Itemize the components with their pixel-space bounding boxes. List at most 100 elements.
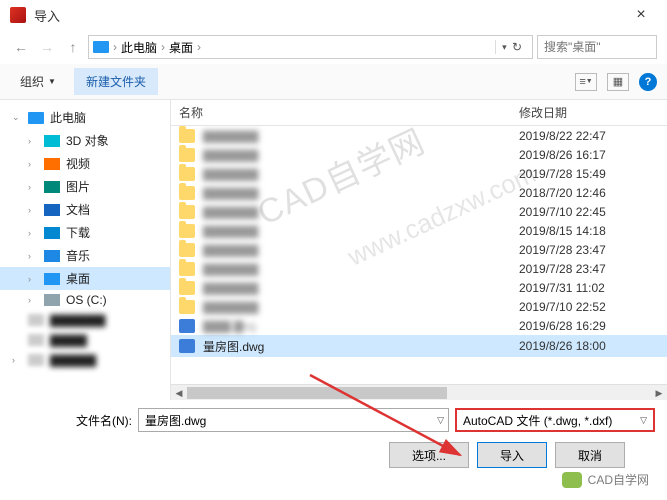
scrollbar-thumb[interactable]	[187, 387, 447, 399]
collapse-icon[interactable]: ⌄	[12, 112, 22, 123]
new-folder-button[interactable]: 新建文件夹	[74, 68, 158, 95]
tree-item-文档[interactable]: ›文档	[0, 198, 170, 221]
tree-item-视频[interactable]: ›视频	[0, 152, 170, 175]
folder-type-icon	[44, 294, 60, 306]
nav-up-icon[interactable]: ↑	[62, 36, 84, 58]
file-row[interactable]: ▇▇▇▇▇▇2019/7/10 22:52	[171, 297, 667, 316]
filename-label: 文件名(N):	[12, 412, 132, 429]
breadcrumb-pc[interactable]: 此电脑	[121, 39, 157, 56]
cancel-button[interactable]: 取消	[555, 442, 625, 468]
breadcrumb[interactable]: › 此电脑 › 桌面 › ▾ ↻	[88, 35, 533, 59]
filename-input[interactable]: 量房图.dwg ▽	[138, 408, 449, 432]
scroll-left-icon[interactable]: ◀	[171, 385, 187, 401]
folder-type-icon	[44, 181, 60, 193]
expand-icon[interactable]: ›	[28, 182, 38, 192]
column-header-name[interactable]: 名称	[179, 104, 519, 121]
tree-item-音乐[interactable]: ›音乐	[0, 244, 170, 267]
file-row[interactable]: 量房图.dwg2019/8/26 18:00	[171, 335, 667, 357]
tree-item-blur[interactable]: ▇▇▇▇▇▇	[0, 310, 170, 330]
organize-button[interactable]: 组织 ▼	[10, 69, 66, 94]
file-row[interactable]: ▇▇▇▇▇▇2019/7/28 15:49	[171, 164, 667, 183]
file-icon	[179, 319, 195, 333]
column-header-date[interactable]: 修改日期	[519, 104, 659, 121]
nav-forward-icon: →	[36, 36, 58, 58]
chevron-down-icon[interactable]: ▽	[640, 415, 647, 426]
file-row[interactable]: ▇▇▇▇▇▇2019/8/15 14:18	[171, 221, 667, 240]
tree-item-3D 对象[interactable]: ›3D 对象	[0, 129, 170, 152]
tree-item-blur[interactable]: ▇▇▇▇	[0, 330, 170, 350]
chevron-down-icon[interactable]: ▽	[437, 415, 444, 426]
breadcrumb-desktop[interactable]: 桌面	[169, 39, 193, 56]
folder-type-icon	[44, 250, 60, 262]
folder-icon	[179, 300, 195, 314]
import-button[interactable]: 导入	[477, 442, 547, 468]
close-icon[interactable]: ×	[621, 6, 661, 24]
chevron-right-icon: ›	[161, 40, 165, 54]
file-name: 量房图.dwg	[203, 338, 511, 355]
folder-icon	[179, 281, 195, 295]
file-row[interactable]: ▇▇▇▇▇▇ 2019/7/28 23:47	[171, 240, 667, 259]
scroll-right-icon[interactable]: ▶	[651, 385, 667, 401]
file-date: 2019/8/26 16:17	[519, 148, 659, 162]
search-field[interactable]	[544, 40, 650, 54]
file-date: 2019/7/28 23:47	[519, 243, 659, 257]
file-date: 2019/7/10 22:45	[519, 205, 659, 219]
wechat-icon	[562, 472, 582, 488]
refresh-icon[interactable]: ▾ ↻	[495, 40, 528, 54]
help-icon[interactable]: ?	[639, 73, 657, 91]
view-details-icon[interactable]: ▦	[607, 73, 629, 91]
chevron-down-icon: ▼	[48, 77, 56, 86]
file-row[interactable]: ▇▇▇▇▇▇2019/7/28 23:47	[171, 259, 667, 278]
folder-icon	[28, 354, 44, 366]
file-row[interactable]: ▇▇▇▇▇▇ 2019/7/10 22:45	[171, 202, 667, 221]
expand-icon[interactable]: ›	[28, 274, 38, 284]
file-row[interactable]: ▇▇▇▇▇▇2018/7/20 12:46	[171, 183, 667, 202]
view-list-icon[interactable]: ≡ ▼	[575, 73, 597, 91]
expand-icon[interactable]: ›	[28, 295, 38, 305]
file-date: 2019/7/28 23:47	[519, 262, 659, 276]
app-icon	[10, 7, 26, 23]
folder-type-icon	[44, 227, 60, 239]
window-title: 导入	[34, 6, 621, 25]
folder-type-icon	[44, 273, 60, 285]
expand-icon[interactable]: ›	[28, 251, 38, 261]
file-name: ▇▇▇▇▇▇	[203, 167, 511, 181]
folder-icon	[179, 262, 195, 276]
brand-badge: CAD自学网	[562, 471, 649, 488]
folder-icon	[179, 243, 195, 257]
tree-item-下载[interactable]: ›下载	[0, 221, 170, 244]
file-name: ▇▇▇▇▇▇	[203, 205, 511, 219]
file-name: ▇▇▇.▇vg	[203, 319, 511, 333]
folder-type-icon	[44, 135, 60, 147]
expand-icon[interactable]: ›	[28, 159, 38, 169]
file-row[interactable]: ▇▇▇▇▇▇2019/7/31 11:02	[171, 278, 667, 297]
chevron-right-icon: ›	[197, 40, 201, 54]
file-date: 2019/7/10 22:52	[519, 300, 659, 314]
search-input[interactable]	[537, 35, 657, 59]
tree-item-blur[interactable]: ›▇▇▇▇▇	[0, 350, 170, 370]
options-button[interactable]: 选项...	[389, 442, 469, 468]
expand-icon[interactable]: ›	[28, 228, 38, 238]
folder-icon	[179, 205, 195, 219]
file-name: ▇▇▇▇▇▇	[203, 224, 511, 238]
horizontal-scrollbar[interactable]: ◀ ▶	[171, 384, 667, 400]
expand-icon[interactable]: ›	[28, 205, 38, 215]
file-row[interactable]: ▇▇▇▇▇▇2019/8/22 22:47	[171, 126, 667, 145]
tree-item-桌面[interactable]: ›桌面	[0, 267, 170, 290]
nav-back-icon[interactable]: ←	[10, 36, 32, 58]
file-row[interactable]: ▇▇▇▇▇▇2019/8/26 16:17	[171, 145, 667, 164]
folder-tree: ⌄ 此电脑 ›3D 对象›视频›图片›文档›下载›音乐›桌面›OS (C:) ▇…	[0, 100, 170, 400]
expand-icon[interactable]: ›	[28, 136, 38, 146]
file-name: ▇▇▇▇▇▇	[203, 243, 511, 257]
tree-item-图片[interactable]: ›图片	[0, 175, 170, 198]
file-icon	[179, 339, 195, 353]
tree-item-OS (C:)[interactable]: ›OS (C:)	[0, 290, 170, 310]
folder-icon	[179, 167, 195, 181]
tree-item-pc[interactable]: ⌄ 此电脑	[0, 106, 170, 129]
folder-icon	[179, 129, 195, 143]
filetype-select[interactable]: AutoCAD 文件 (*.dwg, *.dxf) ▽	[455, 408, 655, 432]
expand-icon[interactable]: ›	[12, 355, 22, 365]
folder-type-icon	[44, 204, 60, 216]
file-row[interactable]: ▇▇▇.▇vg2019/6/28 16:29	[171, 316, 667, 335]
folder-type-icon	[44, 158, 60, 170]
